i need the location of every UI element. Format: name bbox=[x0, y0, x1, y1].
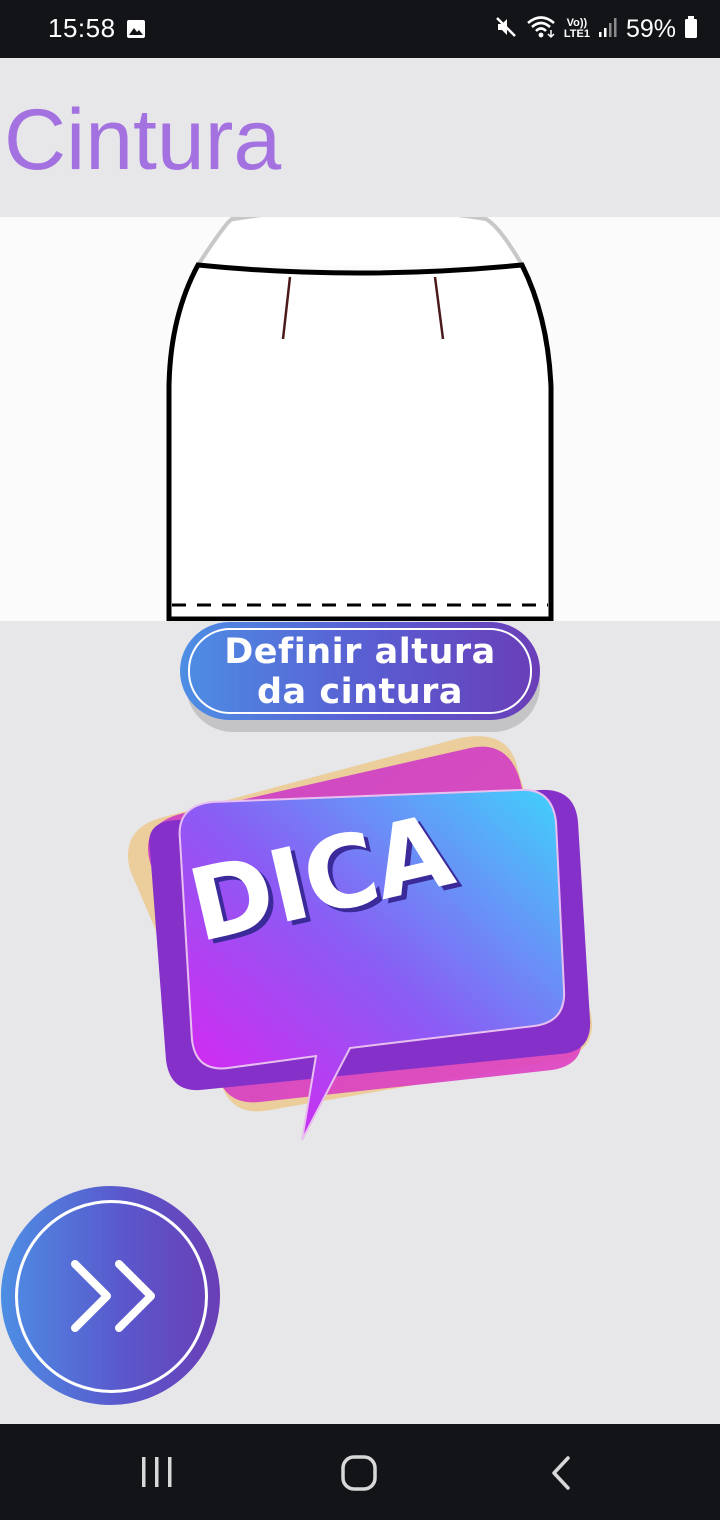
wifi-icon bbox=[526, 15, 556, 44]
mute-icon bbox=[494, 15, 518, 44]
gallery-icon bbox=[126, 19, 146, 44]
battery-icon bbox=[684, 15, 698, 44]
define-button-line1: Definir altura bbox=[224, 632, 496, 672]
page-title: Cintura bbox=[4, 92, 282, 188]
next-button[interactable] bbox=[1, 1186, 220, 1405]
skirt-illustration bbox=[0, 207, 720, 622]
skirt-icon bbox=[166, 207, 554, 622]
define-button-label: Definir altura da cintura bbox=[180, 632, 540, 712]
home-icon[interactable] bbox=[340, 1454, 378, 1497]
recent-apps-icon[interactable] bbox=[140, 1454, 174, 1495]
network-label: Vo)) LTE1 bbox=[564, 18, 590, 40]
navigation-bar bbox=[0, 1424, 720, 1520]
status-bar: 15:58 Vo)) LTE1 59% bbox=[0, 0, 720, 58]
define-waist-height-button[interactable]: Definir altura da cintura bbox=[180, 622, 540, 732]
network-bottom-text: LTE1 bbox=[563, 28, 590, 40]
battery-percent: 59% bbox=[625, 14, 676, 43]
define-button-line2: da cintura bbox=[256, 672, 464, 712]
signal-icon bbox=[598, 16, 618, 43]
status-icons: Vo)) LTE1 59% bbox=[494, 12, 698, 46]
back-icon[interactable] bbox=[548, 1454, 574, 1497]
dica-tip-button[interactable]: DICA bbox=[120, 730, 600, 1150]
status-time: 15:58 bbox=[48, 13, 116, 43]
double-chevron-right-icon bbox=[71, 1260, 155, 1332]
